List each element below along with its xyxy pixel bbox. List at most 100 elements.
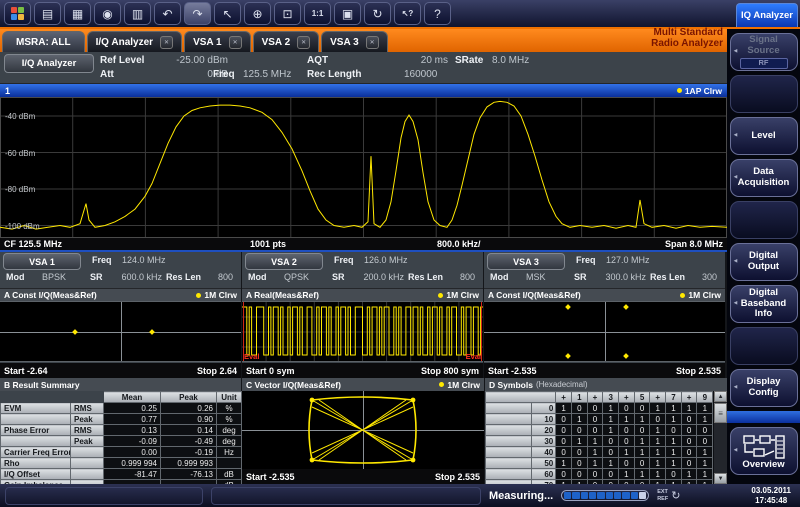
scroll-down-icon[interactable]: ▼ xyxy=(714,473,727,484)
softkey-digital-baseband-info[interactable]: ◄DigitalBasebandInfo xyxy=(730,285,798,323)
y-axis-tick-label: -100 dBm xyxy=(5,222,40,231)
zoom-rect-icon[interactable]: ⊕ xyxy=(244,2,271,25)
channel-button[interactable]: I/Q Analyzer xyxy=(4,54,94,73)
aqt-value[interactable]: 20 ms xyxy=(370,55,448,66)
vsa-sr-value[interactable]: 300.0 kHz xyxy=(594,272,646,282)
symbol-row-index: 50 xyxy=(531,458,556,469)
result-row-name: Carrier Freq Error xyxy=(1,447,71,458)
srate-value[interactable]: 8.0 MHz xyxy=(492,55,529,66)
scrollbar-track[interactable] xyxy=(714,423,727,473)
trace-tag: 1AP Clrw xyxy=(677,86,722,96)
tab-close-icon[interactable]: ✕ xyxy=(297,36,310,49)
spectrum-window-titlebar[interactable]: 1 1AP Clrw xyxy=(0,84,727,97)
spectrum-trace-svg xyxy=(0,97,727,238)
center-frequency[interactable]: CF 125.5 MHz xyxy=(4,239,62,249)
vsa-graph-2[interactable]: EvalEval xyxy=(242,301,483,362)
vsa-graph-1[interactable] xyxy=(0,301,241,362)
ref-level-label: Ref Level xyxy=(100,55,144,66)
help-icon[interactable]: ? xyxy=(424,2,451,25)
vsa-freq-value[interactable]: 124.0 MHz xyxy=(122,255,166,265)
symbol-row-index: 0 xyxy=(531,403,556,414)
vector-iq-titlebar[interactable]: C Vector I/Q(Meas&Ref) 1M Clrw xyxy=(242,378,484,391)
toolbar: ▤▦◉▥↶↷↖⊕⊡1:1▣↻↖?? xyxy=(0,0,800,27)
symbol-cell: 1 xyxy=(650,425,666,436)
tab-i-q-analyzer[interactable]: I/Q Analyzer✕ xyxy=(87,31,182,52)
redo-icon[interactable]: ↷ xyxy=(184,2,211,25)
tab-close-icon[interactable]: ✕ xyxy=(160,36,173,49)
softkey-overview[interactable]: ◄Overview xyxy=(730,427,798,475)
save-icon[interactable]: ▦ xyxy=(64,2,91,25)
softkey-data-acquisition[interactable]: ◄DataAcquisition xyxy=(730,159,798,197)
vsa-sr-value[interactable]: 600.0 kHz xyxy=(110,272,162,282)
softkey-level[interactable]: ◄Level xyxy=(730,117,798,155)
result-row: Peak-0.09-0.49deg xyxy=(1,436,242,447)
vector-iq-graph[interactable] xyxy=(242,391,484,469)
tab-vsa-1[interactable]: VSA 1✕ xyxy=(184,31,251,52)
vsa-freq-value[interactable]: 126.0 MHz xyxy=(364,255,408,265)
softkey-signal-source[interactable]: ◄SignalSourceRF xyxy=(730,33,798,71)
vsa-reslen-label: Res Len xyxy=(166,272,201,282)
vsa-reslen-value[interactable]: 800 xyxy=(447,272,475,282)
symbol-cell: 0 xyxy=(587,469,603,480)
tab-msra-all[interactable]: MSRA: ALL xyxy=(2,31,85,52)
symbol-cell: 1 xyxy=(556,403,572,414)
result-header-blank xyxy=(1,392,104,403)
open-file-icon[interactable]: ▤ xyxy=(34,2,61,25)
tab-vsa-2[interactable]: VSA 2✕ xyxy=(253,31,320,52)
symbols-titlebar[interactable]: D Symbols (Hexadecimal) xyxy=(485,378,727,391)
vsa-tab-button-2[interactable]: VSA 2 xyxy=(245,253,323,270)
symbol-cell: 0 xyxy=(681,436,697,447)
vsa-graph-titlebar[interactable]: A Const I/Q(Meas&Ref)1M Clrw xyxy=(0,288,241,301)
zoom-1to1-icon[interactable]: 1:1 xyxy=(304,2,331,25)
symbol-cell: 1 xyxy=(650,403,666,414)
vsa-reslen-value[interactable]: 300 xyxy=(689,272,717,282)
vsa-sr-value[interactable]: 200.0 kHz xyxy=(352,272,404,282)
tab-close-icon[interactable]: ✕ xyxy=(366,36,379,49)
vsa-freq-value[interactable]: 127.0 MHz xyxy=(606,255,650,265)
constellation-point xyxy=(72,329,78,335)
result-summary-titlebar[interactable]: B Result Summary xyxy=(0,378,241,391)
vsa-graph-3[interactable] xyxy=(484,301,725,362)
vsa-reslen-value[interactable]: 800 xyxy=(205,272,233,282)
sequencer-icon[interactable]: ↻ xyxy=(364,2,391,25)
vsa-tab-button-1[interactable]: VSA 1 xyxy=(3,253,81,270)
scroll-up-icon[interactable]: ▲ xyxy=(714,391,727,402)
symbols-scrollbar[interactable]: ▲ ≡ ▼ xyxy=(714,391,727,484)
screenshot-icon[interactable]: ◉ xyxy=(94,2,121,25)
print-icon[interactable]: ▥ xyxy=(124,2,151,25)
ext-ref-icon: ↻ xyxy=(671,489,680,502)
softkey-notch-icon: ◄ xyxy=(733,49,739,56)
vsa-tab-button-3[interactable]: VSA 3 xyxy=(487,253,565,270)
vsa-mod-value[interactable]: QPSK xyxy=(284,272,309,282)
rec-length-value[interactable]: 160000 xyxy=(404,69,437,80)
zoom-multi-icon[interactable]: ⊡ xyxy=(274,2,301,25)
windows-logo[interactable] xyxy=(4,2,31,25)
tab-close-icon[interactable]: ✕ xyxy=(229,36,242,49)
freq-value[interactable]: 125.5 MHz xyxy=(243,69,291,80)
display-icon[interactable]: ▣ xyxy=(334,2,361,25)
vsa-graph-titlebar[interactable]: A Const I/Q(Meas&Ref)1M Clrw xyxy=(484,288,725,301)
undo-icon[interactable]: ↶ xyxy=(154,2,181,25)
softkey-display-config[interactable]: ◄DisplayConfig xyxy=(730,369,798,407)
vsa-freq-label: Freq xyxy=(334,255,354,265)
result-mean-value: 0.25 xyxy=(104,403,161,414)
active-channel-header[interactable]: IQ Analyzer xyxy=(736,3,798,27)
vsa-mod-value[interactable]: MSK xyxy=(526,272,546,282)
symbol-cell: 0 xyxy=(571,403,587,414)
stop-value: Stop 2.535 xyxy=(676,366,721,376)
select-pointer-icon[interactable]: ↖ xyxy=(214,2,241,25)
tab-vsa-3[interactable]: VSA 3✕ xyxy=(321,31,388,52)
symbols-row: 501011001101 xyxy=(486,458,713,469)
vsa-graph-titlebar[interactable]: A Real(Meas&Ref)1M Clrw xyxy=(242,288,483,301)
softkey-notch-icon: ◄ xyxy=(733,448,739,455)
symbols-left-blank xyxy=(486,436,532,447)
spectrum-display[interactable]: -40 dBm-60 dBm-80 dBm-100 dBm xyxy=(0,97,727,238)
softkey-digital-output[interactable]: ◄DigitalOutput xyxy=(730,243,798,281)
result-row-sub xyxy=(71,469,104,480)
ref-level-value[interactable]: -25.00 dBm xyxy=(148,55,228,66)
vsa-mod-value[interactable]: BPSK xyxy=(42,272,66,282)
scrollbar-thumb[interactable]: ≡ xyxy=(714,403,727,423)
aqt-label: AQT xyxy=(307,55,328,66)
span-value[interactable]: Span 8.0 MHz xyxy=(665,239,723,249)
context-help-icon[interactable]: ↖? xyxy=(394,2,421,25)
